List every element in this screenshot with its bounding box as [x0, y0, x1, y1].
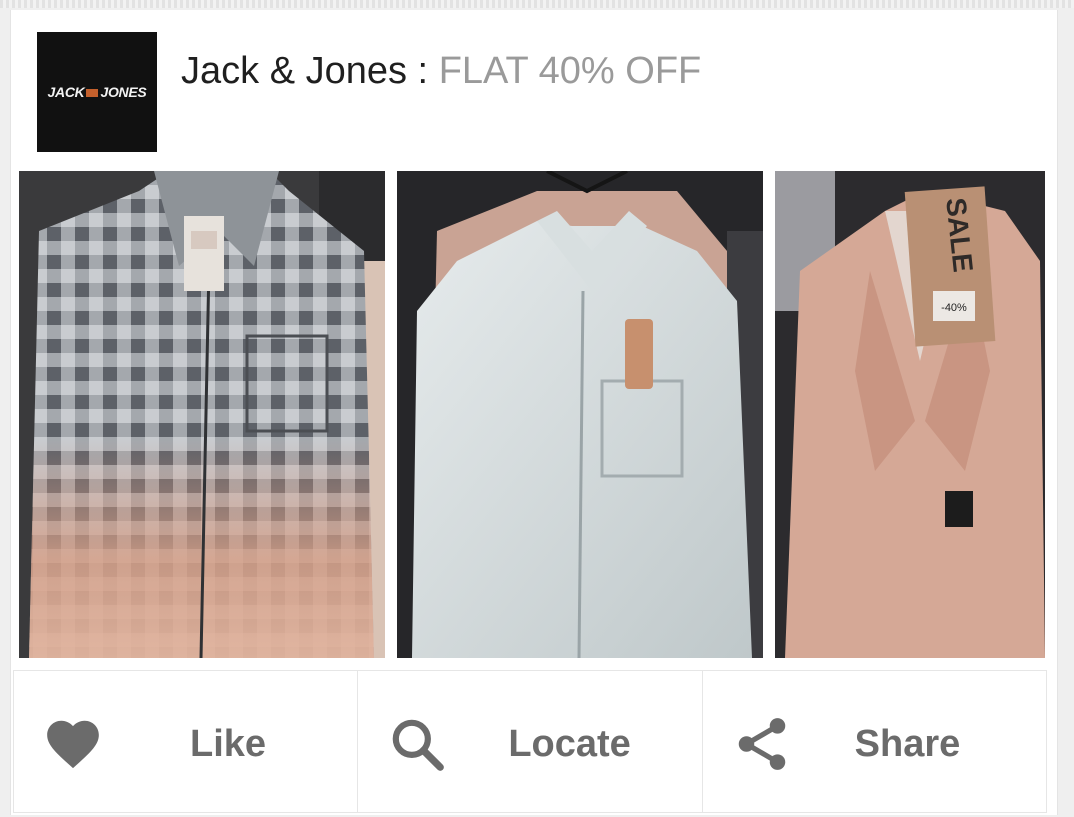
- product-photo-2[interactable]: [397, 171, 763, 658]
- offer-text: FLAT 40% OFF: [438, 50, 702, 92]
- offer-card[interactable]: JACK JONES Jack & Jones : FLAT 40% OFF S…: [10, 10, 1058, 815]
- product-photo-3[interactable]: SALE -40%: [775, 171, 1045, 658]
- checked-shirt-image: [19, 171, 385, 658]
- locate-label: Locate: [508, 723, 631, 765]
- top-divider-strip: [0, 0, 1074, 8]
- blazer-image: SALE -40%: [775, 171, 1045, 658]
- locate-button[interactable]: Locate: [358, 671, 703, 812]
- title-separator: :: [407, 50, 439, 92]
- brand-logo-wordmark: JACK JONES: [47, 84, 147, 100]
- like-button[interactable]: Like: [14, 671, 359, 812]
- search-icon: [393, 719, 445, 771]
- heart-icon: [47, 720, 99, 769]
- share-icon: [738, 718, 785, 770]
- offer-title[interactable]: Jack & Jones : FLAT 40% OFF: [181, 50, 701, 93]
- action-bar: Like Locate Share: [13, 670, 1047, 813]
- share-label: Share: [854, 723, 961, 765]
- brand-logo[interactable]: JACK JONES: [37, 32, 157, 152]
- brand-name: Jack & Jones: [181, 50, 407, 92]
- linen-shirt-image: [397, 171, 763, 658]
- like-label: Like: [190, 723, 267, 765]
- sale-tag-discount: -40%: [941, 302, 967, 314]
- share-button[interactable]: Share: [703, 671, 1046, 812]
- product-photo-1[interactable]: [19, 171, 385, 658]
